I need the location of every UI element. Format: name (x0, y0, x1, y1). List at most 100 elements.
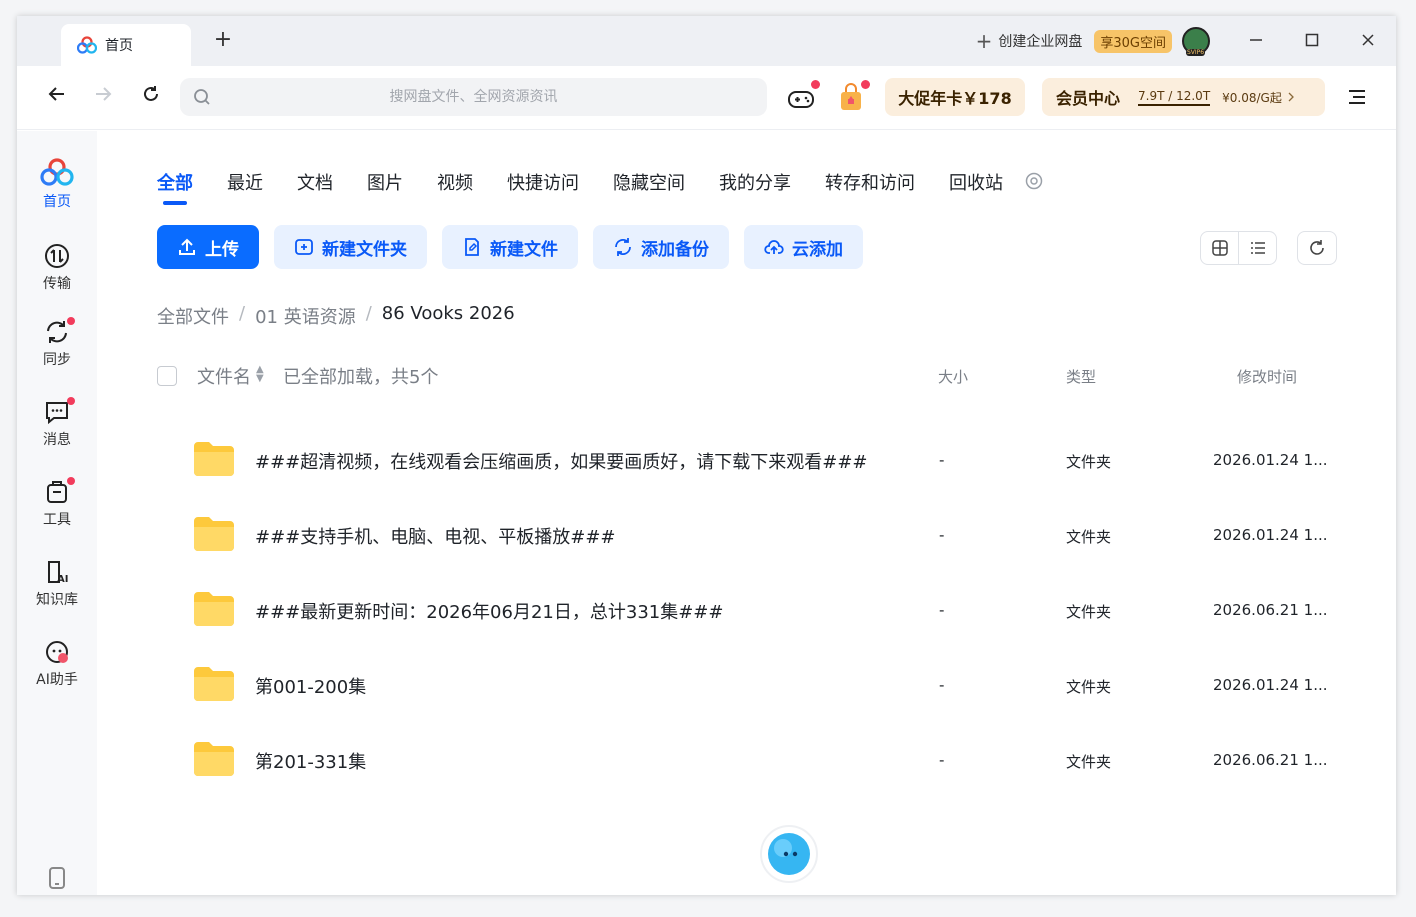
notification-dot (67, 317, 75, 325)
notification-dot (67, 397, 75, 405)
maximize-button[interactable] (1284, 31, 1340, 52)
tab-all[interactable]: 全部 (157, 169, 193, 205)
message-icon (46, 402, 68, 425)
logo-icon (40, 158, 74, 186)
file-modified: 2026.06.21 1... (1213, 751, 1328, 769)
file-type: 文件夹 (1066, 528, 1112, 546)
mobile-device-button[interactable] (48, 867, 66, 893)
tab-my-shares[interactable]: 我的分享 (719, 169, 791, 195)
upload-button[interactable]: 上传 (157, 225, 259, 269)
file-name[interactable]: 第001-200集 (255, 673, 366, 699)
file-name[interactable]: 第201-331集 (255, 748, 366, 774)
folder-icon (194, 592, 234, 626)
add-backup-label: 添加备份 (641, 239, 709, 260)
sidebar-item-label: 传输 (43, 276, 71, 292)
vip-center-button[interactable]: 会员中心 7.9T / 12.0T ¥0.08/G起 (1042, 78, 1325, 116)
file-type: 文件夹 (1066, 603, 1112, 621)
sidebar-item-transfer[interactable]: 传输 (17, 243, 97, 293)
forward-button[interactable] (89, 84, 117, 109)
tab-images[interactable]: 图片 (367, 169, 403, 195)
settings-circle-icon[interactable] (1025, 172, 1043, 190)
reload-button[interactable] (137, 84, 165, 109)
new-file-icon (465, 238, 479, 256)
file-name[interactable]: ###支持手机、电脑、电视、平板播放### (255, 523, 616, 549)
sort-icon[interactable]: ▲ ▼ (256, 365, 264, 384)
breadcrumb-item[interactable]: 01 英语资源 (255, 303, 356, 329)
arrow-right-icon (96, 87, 112, 101)
sidebar-item-tools[interactable]: 工具 (17, 479, 97, 529)
search-icon (194, 89, 210, 105)
cloud-add-button[interactable]: 云添加 (744, 225, 863, 269)
notification-dot (861, 80, 870, 89)
table-row[interactable]: ###支持手机、电脑、电视、平板播放### - 文件夹 2026.01.24 1… (192, 498, 1396, 573)
file-type: 文件夹 (1066, 678, 1112, 696)
tab-home[interactable]: 首页 (61, 24, 191, 66)
assistant-mascot-icon[interactable] (759, 824, 819, 884)
promo-annual-card-button[interactable]: 大促年卡￥178 (885, 78, 1025, 116)
new-file-label: 新建文件 (490, 239, 558, 260)
sidebar-item-messages[interactable]: 消息 (17, 399, 97, 449)
table-row[interactable]: ###超清视频，在线观看会压缩画质，如果要画质好，请下载下来观看### - 文件… (192, 423, 1396, 498)
list-view-button[interactable] (1238, 232, 1276, 264)
select-all-checkbox[interactable] (157, 366, 177, 386)
vip-price: ¥0.08/G起 (1222, 90, 1282, 105)
breadcrumb-separator: / (365, 303, 372, 324)
new-folder-button[interactable]: 新建文件夹 (274, 225, 427, 269)
sidebar-item-home[interactable]: 首页 (17, 157, 97, 211)
avatar[interactable] (1182, 27, 1210, 56)
toolbar: 大促年卡￥178 会员中心 7.9T / 12.0T ¥0.08/G起 (17, 66, 1396, 130)
file-name[interactable]: ###超清视频，在线观看会压缩画质，如果要画质好，请下载下来观看### (255, 448, 868, 474)
sidebar-item-label: 首页 (43, 194, 71, 210)
tab-recent[interactable]: 最近 (227, 169, 263, 195)
space-offer-badge[interactable]: 享30G空间 (1094, 29, 1172, 53)
sidebar-item-label: 同步 (43, 352, 71, 368)
table-row[interactable]: ###最新更新时间：2026年06月21日，总计331集### - 文件夹 20… (192, 573, 1396, 648)
title-bar: 首页 + + 创建企业网盘 享30G空间 (17, 16, 1396, 66)
tab-recycle-bin[interactable]: 回收站 (949, 169, 1003, 195)
create-enterprise-button[interactable]: + 创建企业网盘 (976, 29, 1083, 53)
refresh-button[interactable] (1297, 231, 1337, 265)
breadcrumb-current: 86 Vooks 2026 (381, 303, 515, 324)
file-size: - (939, 676, 945, 694)
sidebar-item-sync[interactable]: 同步 (17, 319, 97, 369)
column-header-size[interactable]: 大小 (938, 366, 968, 387)
table-row[interactable]: 第001-200集 - 文件夹 2026.01.24 1... (192, 648, 1396, 723)
main-content: 全部 最近 文档 图片 视频 快捷访问 隐藏空间 我的分享 转存和访问 回收站 … (97, 131, 1396, 895)
view-toggle (1200, 231, 1277, 265)
breadcrumb-item[interactable]: 全部文件 (157, 303, 229, 329)
tab-documents[interactable]: 文档 (297, 169, 333, 195)
backup-sync-icon (615, 238, 631, 256)
table-row[interactable]: 第201-331集 - 文件夹 2026.06.21 1... (192, 723, 1396, 798)
file-modified: 2026.06.21 1... (1213, 601, 1328, 619)
new-file-button[interactable]: 新建文件 (442, 225, 578, 269)
column-header-name[interactable]: 文件名 (197, 363, 251, 389)
file-name[interactable]: ###最新更新时间：2026年06月21日，总计331集### (255, 598, 723, 624)
tab-videos[interactable]: 视频 (437, 169, 473, 195)
file-type: 文件夹 (1066, 753, 1112, 771)
back-button[interactable] (43, 84, 71, 109)
phone-icon (49, 867, 65, 889)
new-folder-icon (295, 239, 313, 255)
tab-quick-access[interactable]: 快捷访问 (507, 169, 579, 195)
upload-label: 上传 (205, 239, 239, 260)
file-modified: 2026.01.24 1... (1213, 676, 1328, 694)
file-modified: 2026.01.24 1... (1213, 451, 1328, 469)
new-tab-button[interactable]: + (211, 28, 235, 52)
column-header-type[interactable]: 类型 (1066, 366, 1096, 387)
search-input[interactable] (180, 78, 767, 116)
sidebar-item-ai-assistant[interactable]: AI助手 (17, 639, 97, 689)
add-backup-button[interactable]: 添加备份 (593, 225, 729, 269)
grid-view-button[interactable] (1201, 232, 1238, 264)
minimize-button[interactable] (1228, 31, 1284, 52)
load-status: 已全部加载，共5个 (283, 367, 439, 388)
tab-transfer-visits[interactable]: 转存和访问 (825, 169, 915, 195)
column-header-modified[interactable]: 修改时间 (1237, 366, 1297, 387)
sidebar-item-knowledge[interactable]: AI 知识库 (17, 559, 97, 609)
chevron-right-icon (1288, 92, 1294, 102)
tab-hidden-space[interactable]: 隐藏空间 (613, 169, 685, 195)
create-enterprise-label: 创建企业网盘 (998, 34, 1083, 50)
svg-text:AI: AI (57, 574, 68, 585)
close-button[interactable] (1340, 31, 1396, 52)
menu-icon[interactable] (1347, 88, 1367, 106)
new-folder-label: 新建文件夹 (322, 239, 407, 260)
